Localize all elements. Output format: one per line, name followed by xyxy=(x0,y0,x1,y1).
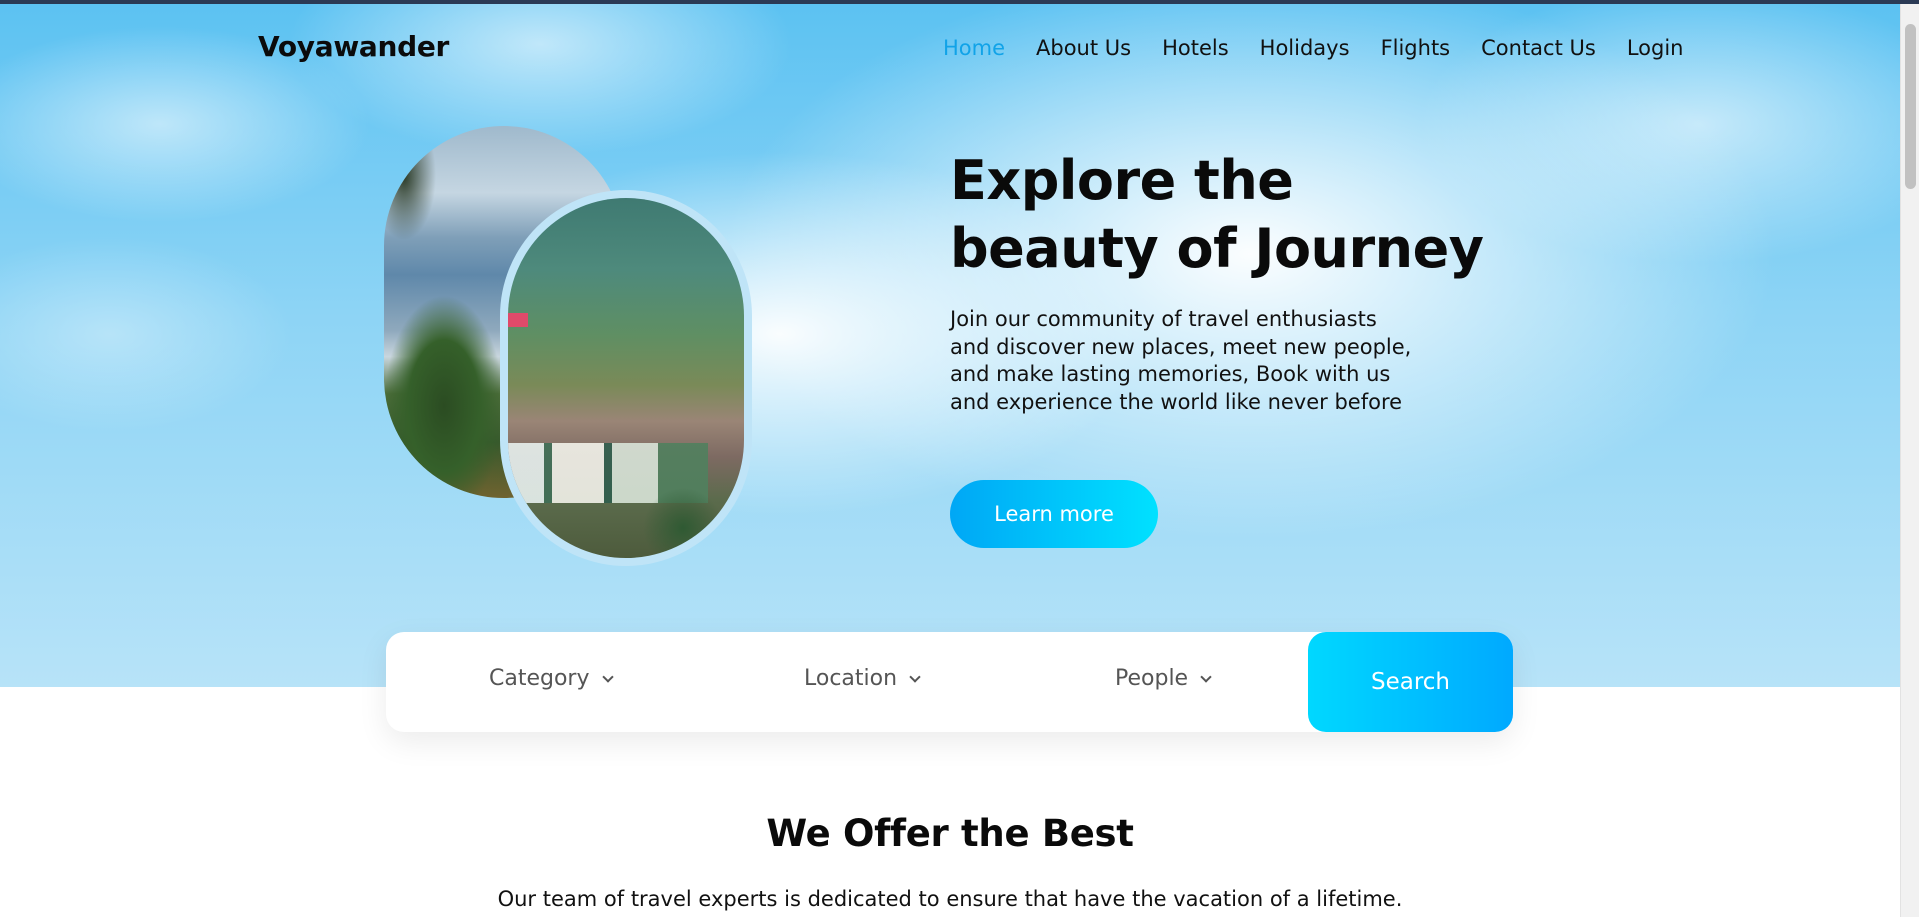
pine-tree-shape xyxy=(384,126,444,266)
category-select-label: Category xyxy=(489,666,590,691)
scrollbar-thumb[interactable] xyxy=(1905,24,1916,189)
hero-image-frame xyxy=(500,190,752,566)
offer-section-text: Our team of travel experts is dedicated … xyxy=(497,887,1403,911)
hero-title-line1: Explore the xyxy=(950,149,1294,212)
search-bar: Category Location People Search xyxy=(386,632,1513,732)
learn-more-button[interactable]: Learn more xyxy=(950,480,1158,548)
location-select-label: Location xyxy=(804,666,898,691)
nav-item-about-us[interactable]: About Us xyxy=(1036,36,1131,60)
trees-shape xyxy=(628,478,738,558)
nav-item-hotels[interactable]: Hotels xyxy=(1162,36,1229,60)
nav-item-holidays[interactable]: Holidays xyxy=(1260,36,1350,60)
chevron-down-icon xyxy=(601,670,614,683)
hero-description: Join our community of travel enthusiasts… xyxy=(950,307,1412,414)
brand-logo[interactable]: Voyawander xyxy=(258,30,449,63)
nav-item-home[interactable]: Home xyxy=(943,36,1005,60)
chevron-down-icon xyxy=(1200,670,1212,683)
nav-item-flights[interactable]: Flights xyxy=(1381,36,1451,60)
nav-item-login[interactable]: Login xyxy=(1627,36,1684,60)
red-roof-shape xyxy=(508,313,528,327)
search-button[interactable]: Search xyxy=(1308,632,1513,732)
people-select-label: People xyxy=(1115,666,1189,691)
people-select[interactable]: People xyxy=(1115,666,1212,691)
category-select[interactable]: Category xyxy=(489,666,614,691)
forest-shape xyxy=(384,276,514,498)
main-nav: Home About Us Hotels Holidays Flights Co… xyxy=(943,36,1683,60)
offer-section-title: We Offer the Best xyxy=(766,812,1134,855)
chevron-down-icon xyxy=(909,670,921,683)
hero-title: Explore the beauty of Journey xyxy=(950,147,1484,283)
location-select[interactable]: Location xyxy=(804,666,921,691)
hero-title-line2: beauty of Journey xyxy=(950,217,1484,280)
nav-item-contact-us[interactable]: Contact Us xyxy=(1481,36,1596,60)
hero-image-hill-town xyxy=(508,198,744,558)
vertical-scrollbar[interactable] xyxy=(1900,4,1919,917)
